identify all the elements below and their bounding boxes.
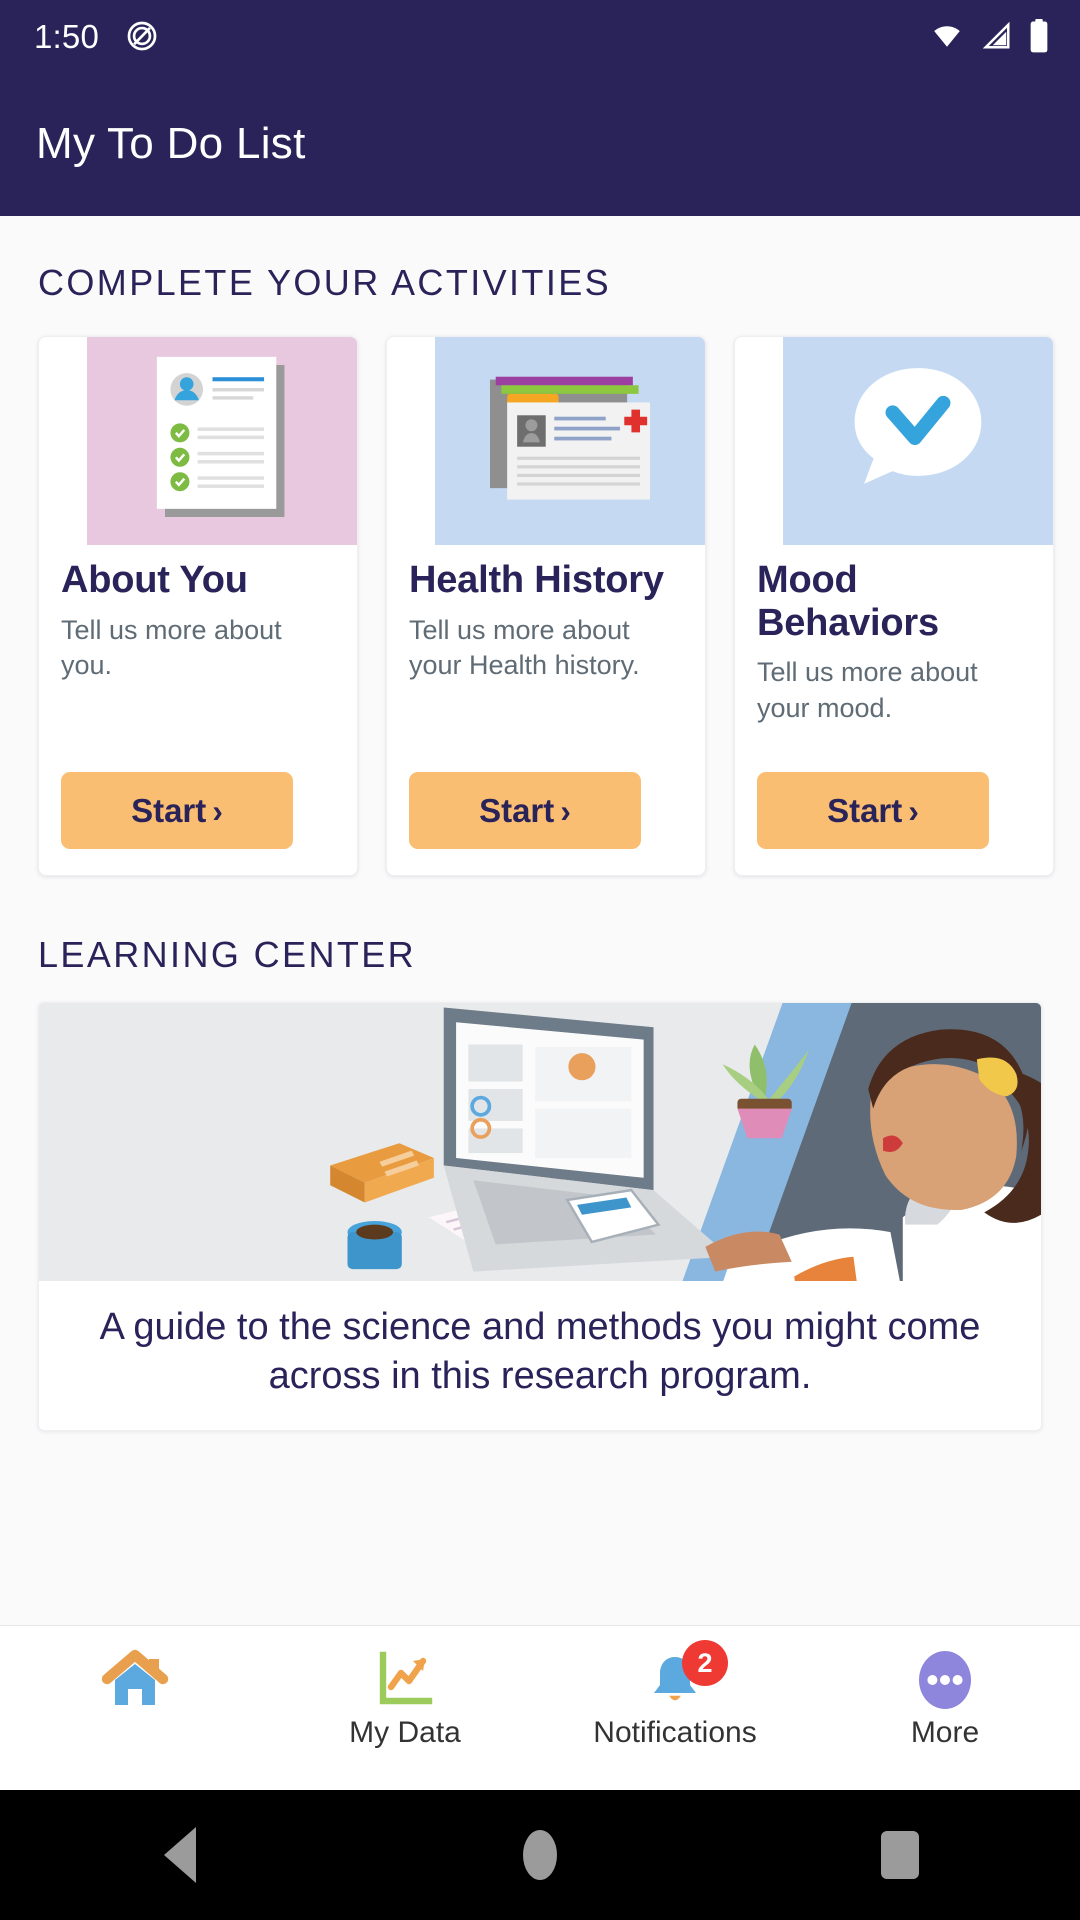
start-button-label: Start (827, 791, 903, 829)
android-system-nav[interactable] (0, 1790, 1080, 1920)
activity-card-title: About You (61, 559, 248, 601)
activity-card-title: Health History (409, 559, 664, 601)
bell-icon: 2 (644, 1640, 728, 1718)
document-profile-icon (156, 356, 285, 517)
nav-item-notifications[interactable]: 2 Notifications (540, 1626, 810, 1750)
status-bar-icons (928, 19, 1050, 53)
nav-label-more: More (910, 1716, 980, 1749)
activity-card-mood-behaviors[interactable]: Mood Behaviors Tell us more about your m… (734, 336, 1054, 876)
chart-icon (375, 1642, 435, 1718)
main-scroll-area[interactable]: COMPLETE YOUR ACTIVITIES About You Tell … (0, 216, 1080, 1625)
page-title: My To Do List (36, 119, 306, 168)
battery-icon (1030, 19, 1048, 53)
learning-center-illustration (39, 1003, 1041, 1281)
nav-label-notifications: Notifications (593, 1716, 757, 1749)
android-recents-button[interactable] (720, 1831, 1080, 1879)
mood-bubble-icon (854, 368, 982, 484)
nav-item-my-data[interactable]: My Data (270, 1626, 540, 1750)
nav-item-more[interactable]: More (810, 1626, 1080, 1750)
activity-card-subtitle: Tell us more about your mood. (757, 657, 978, 723)
status-bar: 1:50 (0, 0, 1080, 72)
notifications-badge: 2 (682, 1640, 728, 1686)
about-you-image (39, 337, 357, 545)
bottom-navigation-bar[interactable]: My Data 2 Notifications More (0, 1625, 1080, 1790)
activity-card-health-history[interactable]: Health History Tell us more about your H… (386, 336, 706, 876)
home-circle-icon (523, 1830, 557, 1880)
nav-label-my-data: My Data (349, 1716, 461, 1749)
wifi-icon (934, 26, 960, 47)
start-button-label: Start (479, 791, 555, 829)
chevron-right-icon: › (908, 792, 919, 829)
health-history-image (387, 337, 705, 545)
activity-card-subtitle: Tell us more about you. (61, 614, 282, 681)
back-triangle-icon (164, 1827, 196, 1883)
more-dots-icon (914, 1642, 976, 1718)
chevron-right-icon: › (212, 792, 223, 829)
learning-center-caption: A guide to the science and methods you m… (99, 1306, 981, 1397)
app-bar: My To Do List (0, 72, 1080, 216)
cell-signal-icon (982, 21, 1010, 49)
home-icon (99, 1642, 171, 1718)
mood-behaviors-image (735, 337, 1053, 545)
do-not-disturb-icon (125, 19, 159, 53)
activity-card-title: Mood Behaviors (757, 559, 939, 644)
status-bar-time: 1:50 (34, 17, 100, 55)
learning-center-card[interactable]: A guide to the science and methods you m… (38, 1002, 1042, 1432)
android-back-button[interactable] (0, 1827, 360, 1883)
android-home-button[interactable] (360, 1830, 720, 1880)
start-button-label: Start (131, 791, 207, 829)
activities-section-title: COMPLETE YOUR ACTIVITIES (38, 262, 612, 303)
activity-card-about-you[interactable]: About You Tell us more about you. Start … (38, 336, 358, 876)
activities-card-carousel[interactable]: About You Tell us more about you. Start … (0, 304, 1080, 876)
start-button-about-you[interactable]: Start › (61, 772, 293, 849)
start-button-health-history[interactable]: Start › (409, 772, 641, 849)
recents-square-icon (881, 1831, 919, 1879)
activity-card-subtitle: Tell us more about your Health history. (409, 614, 640, 681)
chevron-right-icon: › (560, 792, 571, 829)
medical-records-icon (490, 376, 650, 500)
nav-item-home[interactable] (0, 1626, 270, 1716)
start-button-mood-behaviors[interactable]: Start › (757, 772, 989, 849)
learning-center-section-title: LEARNING CENTER (38, 934, 417, 975)
